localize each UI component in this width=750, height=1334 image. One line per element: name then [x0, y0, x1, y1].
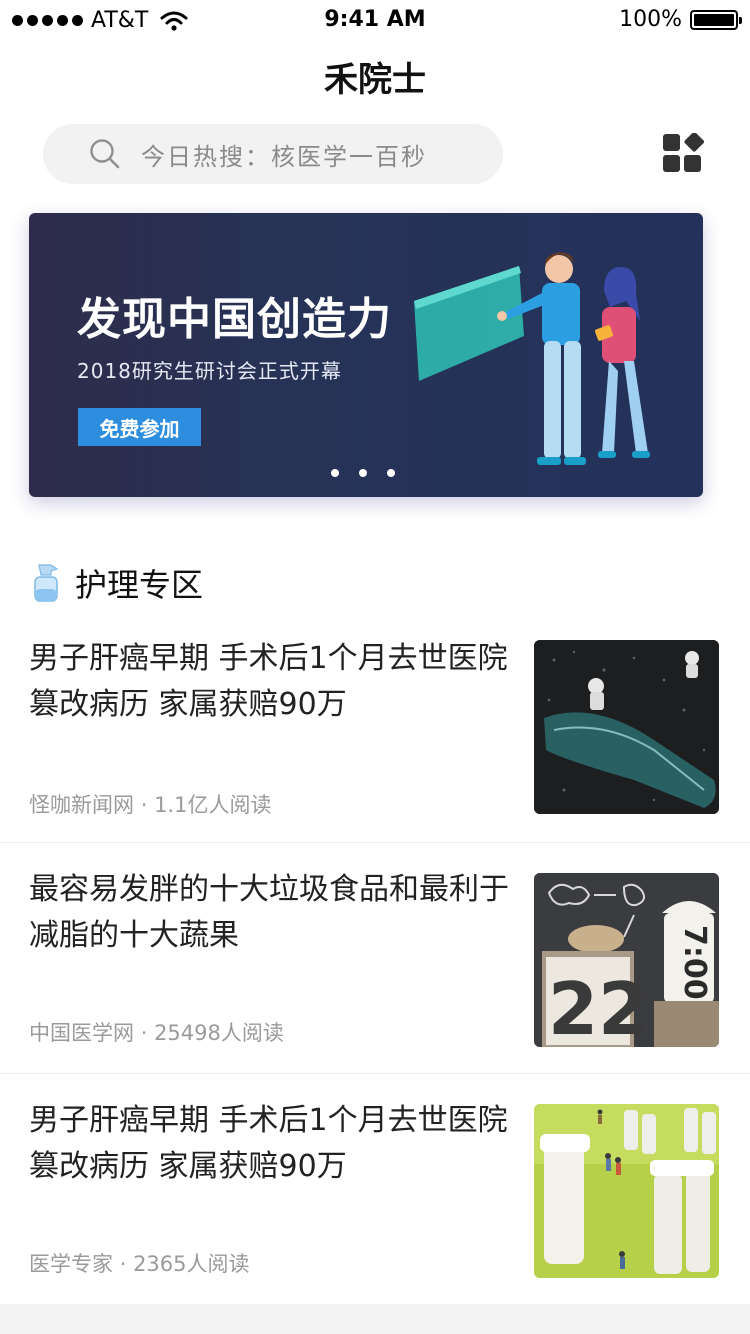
section-title: 护理专区: [75, 566, 204, 604]
article-title[interactable]: 男子肝癌早期 手术后1个月去世医院篡改病历 家属获赔90万: [29, 636, 509, 728]
article-item[interactable]: 男子肝癌早期 手术后1个月去世医院篡改病历 家属获赔90万 医学专家 · 236…: [0, 1074, 750, 1304]
article-thumbnail[interactable]: [534, 1104, 719, 1278]
article-meta: 中国医学网 · 25498人阅读: [29, 1017, 284, 1047]
article-meta: 医学专家 · 2365人阅读: [29, 1248, 250, 1278]
banner-subtitle: 2018研究生研讨会正式开幕: [77, 359, 342, 383]
bottle-astronaut-image: [534, 640, 719, 814]
article-reads: 1.1亿人阅读: [154, 793, 272, 817]
presenters-illustration: [414, 252, 650, 465]
search-bar[interactable]: 今日热搜：核医学一百秒: [43, 124, 503, 184]
section-header: 护理专区: [31, 560, 203, 606]
calendar-day-graphic: 22: [548, 967, 649, 1047]
battery-icon: [690, 9, 742, 30]
article-item[interactable]: 最容易发胖的十大垃圾食品和最利于减脂的十大蔬果 中国医学网 · 25498人阅读…: [0, 843, 750, 1074]
article-item[interactable]: 男子肝癌早期 手术后1个月去世医院篡改病历 家属获赔90万 怪咖新闻网 · 1.…: [0, 636, 750, 843]
meta-separator: ·: [140, 793, 148, 817]
status-bar: AT&T 9:41 AM 100%: [0, 0, 750, 40]
promo-banner[interactable]: 发现中国创造力 2018研究生研讨会正式开幕 免费参加: [29, 213, 703, 497]
tab-bar-placeholder: [0, 1304, 750, 1334]
article-source: 中国医学网: [29, 1021, 134, 1045]
search-placeholder: 今日热搜：核医学一百秒: [141, 142, 427, 171]
article-thumbnail[interactable]: 22 7:00: [534, 873, 719, 1047]
article-title[interactable]: 最容易发胖的十大垃圾食品和最利于减脂的十大蔬果: [29, 867, 509, 959]
article-reads: 2365人阅读: [133, 1252, 250, 1276]
article-title[interactable]: 男子肝癌早期 手术后1个月去世医院篡改病历 家属获赔90万: [29, 1098, 509, 1190]
join-free-button[interactable]: 免费参加: [78, 408, 201, 446]
meta-separator: ·: [119, 1252, 127, 1276]
search-icon: [90, 139, 120, 169]
battery-fill: [694, 13, 734, 26]
calendar-time-graphic: 7:00: [677, 925, 712, 1000]
article-reads: 25498人阅读: [154, 1021, 284, 1045]
banner-page-dot[interactable]: [331, 469, 339, 477]
miniature-stonehenge-image: [534, 1104, 719, 1278]
article-source: 怪咖新闻网: [29, 793, 134, 817]
page-title: 禾院士: [324, 60, 426, 100]
banner-pagination[interactable]: [331, 469, 395, 477]
apps-grid-icon[interactable]: [662, 133, 704, 173]
banner-title: 发现中国创造力: [77, 294, 392, 345]
article-meta: 怪咖新闻网 · 1.1亿人阅读: [29, 789, 271, 819]
spray-bottle-icon: [34, 564, 59, 602]
article-source: 医学专家: [29, 1252, 113, 1276]
article-thumbnail[interactable]: [534, 640, 719, 814]
status-right: 100%: [619, 7, 742, 32]
meta-separator: ·: [140, 1021, 148, 1045]
banner-page-dot[interactable]: [359, 469, 367, 477]
banner-page-dot[interactable]: [387, 469, 395, 477]
battery-percent: 100%: [619, 7, 682, 32]
